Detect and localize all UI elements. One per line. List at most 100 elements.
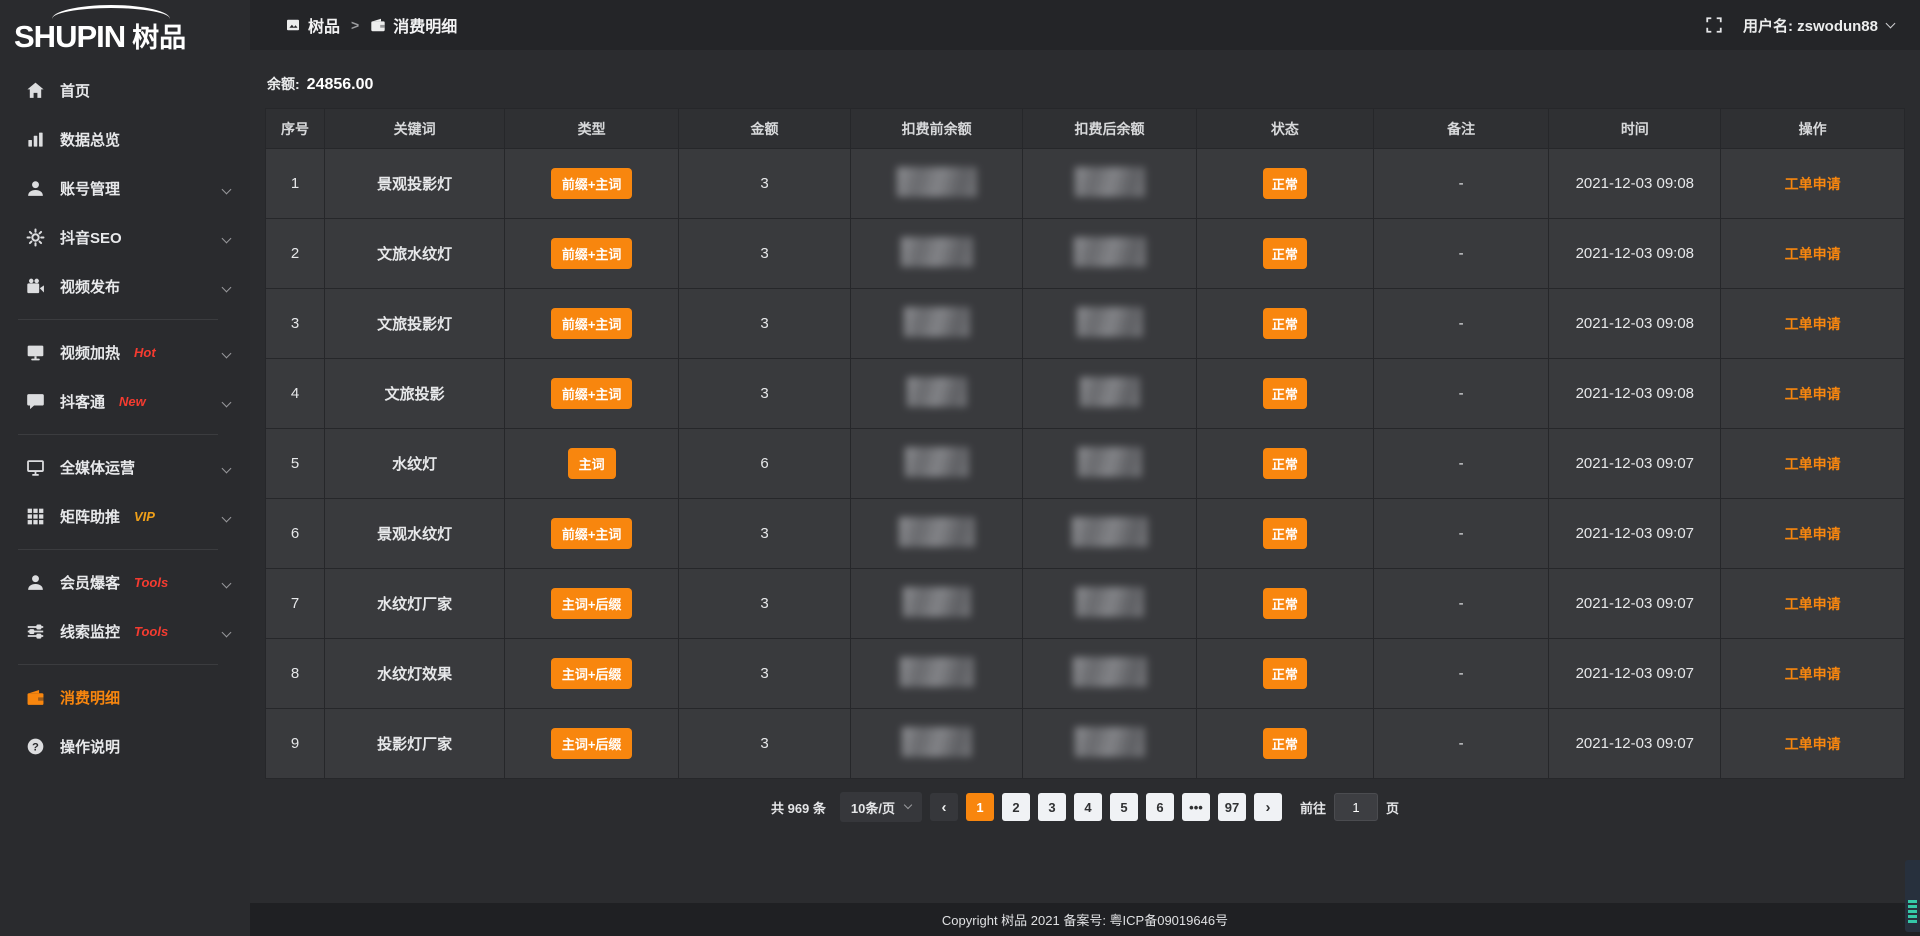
masked-balance-before — [900, 657, 974, 687]
page-button-2[interactable]: 2 — [1002, 793, 1030, 821]
cell-keyword: 投影灯厂家 — [325, 709, 505, 779]
page-button-4[interactable]: 4 — [1074, 793, 1102, 821]
type-badge: 主词+后缀 — [551, 588, 633, 619]
masked-balance-after — [1078, 447, 1142, 477]
chevron-down-icon — [223, 344, 230, 362]
status-badge: 正常 — [1263, 168, 1307, 199]
cell-amount: 3 — [679, 149, 851, 219]
sidebar-item-label: 会员爆客 — [60, 572, 120, 593]
cell-remark: - — [1373, 639, 1548, 709]
cell-keyword: 水纹灯厂家 — [325, 569, 505, 639]
column-header: 关键词 — [325, 109, 505, 149]
work-order-link[interactable]: 工单申请 — [1785, 666, 1841, 682]
work-order-link[interactable]: 工单申请 — [1785, 596, 1841, 612]
breadcrumb-label: 树品 — [308, 13, 340, 37]
cell-index: 1 — [266, 149, 325, 219]
sidebar-item-data-overview[interactable]: 数据总览 — [0, 115, 250, 164]
column-header: 状态 — [1196, 109, 1373, 149]
sidebar-item-video-publish[interactable]: 视频发布 — [0, 262, 250, 311]
work-order-link[interactable]: 工单申请 — [1785, 736, 1841, 752]
sidebar-divider — [18, 434, 218, 435]
cell-keyword: 文旅投影灯 — [325, 289, 505, 359]
cell-index: 6 — [266, 499, 325, 569]
sidebar-item-douyin-seo[interactable]: 抖音SEO — [0, 213, 250, 262]
grid-icon — [26, 507, 45, 526]
balance-row: 余额: 24856.00 — [265, 50, 1905, 108]
username-label: 用户名: zswodun88 — [1743, 15, 1878, 36]
table-body: 1 景观投影灯 前缀+主词 3 正常 - 2021-12-03 09:08 工单… — [266, 149, 1905, 779]
work-order-link[interactable]: 工单申请 — [1785, 176, 1841, 192]
column-header: 金额 — [679, 109, 851, 149]
work-order-link[interactable]: 工单申请 — [1785, 316, 1841, 332]
page-button-1[interactable]: 1 — [966, 793, 994, 821]
wallet-icon — [26, 688, 45, 707]
masked-balance-before — [903, 587, 971, 617]
goto-page-input[interactable] — [1334, 793, 1378, 821]
breadcrumb-item-consumption[interactable]: 消费明细 — [370, 13, 457, 37]
masked-balance-after — [1077, 307, 1143, 337]
sidebar-item-doukotong[interactable]: 抖客通 New — [0, 377, 250, 426]
chat-icon — [26, 392, 45, 411]
sidebar-item-lead-monitor[interactable]: 线索监控 Tools — [0, 607, 250, 656]
chevron-down-icon — [223, 278, 230, 296]
work-order-link[interactable]: 工单申请 — [1785, 246, 1841, 262]
sidebar: SHUPIN 树品 首页 数据总览 账号管理 抖音SEO 视频发布 视频加热 H… — [0, 0, 250, 936]
page-button-97[interactable]: 97 — [1218, 793, 1246, 821]
work-order-link[interactable]: 工单申请 — [1785, 526, 1841, 542]
table-row: 6 景观水纹灯 前缀+主词 3 正常 - 2021-12-03 09:07 工单… — [266, 499, 1905, 569]
type-badge: 前缀+主词 — [551, 518, 633, 549]
sidebar-item-member-tools[interactable]: 会员爆客 Tools — [0, 558, 250, 607]
cell-remark: - — [1373, 429, 1548, 499]
page-button-3[interactable]: 3 — [1038, 793, 1066, 821]
work-order-link[interactable]: 工单申请 — [1785, 456, 1841, 472]
masked-balance-before — [901, 237, 973, 267]
work-order-link[interactable]: 工单申请 — [1785, 386, 1841, 402]
next-page-button[interactable]: › — [1254, 793, 1282, 821]
sidebar-item-account-manage[interactable]: 账号管理 — [0, 164, 250, 213]
brand-logo[interactable]: SHUPIN 树品 — [0, 0, 250, 52]
chevron-down-icon — [223, 393, 230, 411]
breadcrumb: 树品 > 消费明细 — [285, 13, 457, 37]
sliders-icon — [26, 622, 45, 641]
cell-amount: 3 — [679, 219, 851, 289]
masked-balance-after — [1076, 587, 1144, 617]
goto-label: 前往 — [1300, 798, 1326, 817]
sidebar-item-label: 视频发布 — [60, 276, 120, 297]
page-button-6[interactable]: 6 — [1146, 793, 1174, 821]
floating-widget[interactable] — [1905, 860, 1920, 932]
sidebar-item-video-heat[interactable]: 视频加热 Hot — [0, 328, 250, 377]
column-header: 扣费前余额 — [851, 109, 1023, 149]
fullscreen-icon[interactable] — [1705, 16, 1723, 34]
chevron-down-icon — [904, 801, 912, 809]
cell-index: 7 — [266, 569, 325, 639]
user-menu[interactable]: 用户名: zswodun88 — [1743, 15, 1894, 36]
goto-unit: 页 — [1386, 798, 1399, 817]
sidebar-item-consumption-detail[interactable]: 消费明细 — [0, 673, 250, 722]
breadcrumb-item-home[interactable]: 树品 — [285, 13, 340, 37]
cell-keyword: 文旅水纹灯 — [325, 219, 505, 289]
masked-balance-before — [902, 727, 972, 757]
gear-icon — [26, 228, 45, 247]
chevron-down-icon — [1886, 18, 1896, 28]
sidebar-item-badge: Tools — [134, 575, 168, 590]
chart-icon — [26, 130, 45, 149]
sidebar-item-badge: New — [119, 394, 146, 409]
status-badge: 正常 — [1263, 658, 1307, 689]
username: zswodun88 — [1797, 18, 1878, 35]
page-ellipsis-button[interactable]: ••• — [1182, 793, 1210, 821]
masked-balance-before — [899, 517, 975, 547]
sidebar-item-home[interactable]: 首页 — [0, 66, 250, 115]
table-row: 9 投影灯厂家 主词+后缀 3 正常 - 2021-12-03 09:07 工单… — [266, 709, 1905, 779]
page-size-select[interactable]: 10条/页 — [840, 792, 922, 822]
app-icon — [285, 17, 301, 33]
sidebar-item-media-operation[interactable]: 全媒体运营 — [0, 443, 250, 492]
sidebar-divider — [18, 549, 218, 550]
page-button-5[interactable]: 5 — [1110, 793, 1138, 821]
topbar-right: 用户名: zswodun88 — [1705, 15, 1894, 36]
sidebar-item-label: 消费明细 — [60, 687, 120, 708]
sidebar-item-matrix-boost[interactable]: 矩阵助推 VIP — [0, 492, 250, 541]
cell-index: 8 — [266, 639, 325, 709]
member-icon — [26, 573, 45, 592]
sidebar-item-operation-guide[interactable]: ? 操作说明 — [0, 722, 250, 771]
prev-page-button[interactable]: ‹ — [930, 793, 958, 821]
